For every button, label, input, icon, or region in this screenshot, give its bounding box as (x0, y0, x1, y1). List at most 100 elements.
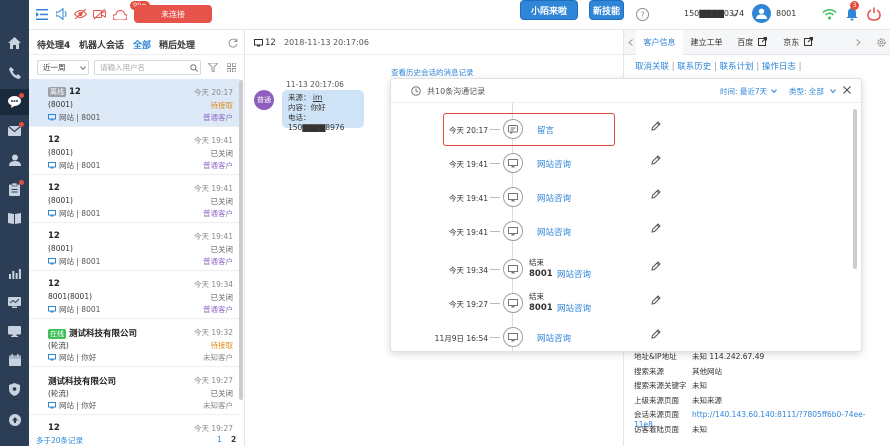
sidebar-security[interactable] (0, 376, 29, 402)
record-label[interactable]: 网站咨询 (557, 268, 591, 280)
record-label[interactable]: 网站咨询 (537, 226, 571, 238)
close-icon[interactable] (843, 86, 851, 94)
record-label[interactable]: 网站咨询 (537, 158, 571, 170)
sidebar-book[interactable] (0, 205, 29, 231)
sidebar-screen[interactable] (0, 318, 29, 344)
tab-customer-info[interactable]: 客户信息 (636, 30, 683, 55)
record-edit[interactable] (651, 261, 661, 273)
contact-plan-link[interactable]: 联系计划 (720, 62, 754, 72)
conversation-time: 今天 19:34 (194, 280, 233, 289)
tab-baidu[interactable]: 百度 (730, 30, 774, 55)
period-select[interactable]: 近一周 (37, 60, 89, 75)
conversation-item[interactable]: 12 8001(8001) 网站 | 8001 今天 19:34 已关闭 普通客户 (29, 271, 239, 319)
power-icon[interactable] (867, 7, 881, 21)
conversation-name: 12 (48, 231, 60, 241)
time-filter[interactable]: 时间: 最近7天 (720, 86, 767, 97)
avatar[interactable] (752, 4, 771, 23)
chat-datetime: 2018-11-13 20:17:06 (284, 38, 369, 47)
sidebar-home[interactable] (0, 30, 29, 56)
conversation-item[interactable]: 在线 测试科技有限公司 (轮流) 网站 | 你好 今天 19:32 待接取 未知客户 (29, 319, 239, 367)
record-item[interactable]: 今天 19:41 网站咨询 (391, 183, 861, 213)
conversation-time: 今天 19:41 (194, 232, 233, 241)
conversation-item[interactable]: 12 (8001) 网站 | 8001 今天 19:41 已关闭 普通客户 (29, 175, 239, 223)
sidebar-mail[interactable] (0, 118, 29, 144)
tab-all[interactable]: 全部 (133, 38, 151, 51)
filter-row: 近一周 请输入用户名 (29, 55, 245, 79)
pencil-icon (651, 155, 661, 165)
tab-later[interactable]: 稍后处理 (159, 38, 195, 51)
record-label[interactable]: 网站咨询 (537, 332, 571, 344)
eye-off-icon[interactable] (74, 8, 87, 20)
tab-robot[interactable]: 机器人会话 (79, 38, 124, 51)
sidebar-orders[interactable] (0, 176, 29, 202)
video-off-icon[interactable] (93, 8, 106, 20)
record-item[interactable]: 今天 19:41 网站咨询 (391, 149, 861, 179)
help-icon[interactable]: ? (636, 8, 649, 21)
connection-status-button[interactable]: 未连接 (134, 5, 212, 23)
grid-view-icon[interactable] (227, 63, 236, 72)
chevron-down-icon[interactable] (771, 89, 777, 93)
record-edit[interactable] (651, 121, 661, 133)
record-edit[interactable] (651, 329, 661, 341)
refresh-icon[interactable] (228, 38, 238, 48)
chevron-down-icon[interactable] (830, 89, 836, 93)
sidebar-help[interactable] (0, 407, 29, 433)
chevron-right-icon[interactable] (856, 39, 861, 46)
tab-pending[interactable]: 待处理4 (37, 38, 70, 51)
filter-clear-icon[interactable] (208, 63, 218, 72)
record-label[interactable]: 网站咨询 (537, 192, 571, 204)
conversation-item[interactable]: 12 (8001) 网站 | 8001 今天 19:41 已关闭 普通客户 (29, 127, 239, 175)
search-input[interactable]: 请输入用户名 (94, 60, 201, 75)
record-edit[interactable] (651, 189, 661, 201)
record-label[interactable]: 网站咨询 (557, 302, 591, 314)
more-records-link[interactable]: 多于20条记录 (36, 435, 83, 446)
record-edit[interactable] (651, 295, 661, 307)
new-skill-bubble[interactable]: 新技能 (589, 0, 624, 20)
conversation-name: 测试科技有限公司 (48, 377, 117, 387)
desktop-icon (8, 325, 21, 337)
conversation-item[interactable]: 离线 12 (8001) 网站 | 8001 今天 20:17 待接取 普通客户 (29, 79, 239, 127)
sidebar-user[interactable] (0, 147, 29, 173)
record-item[interactable]: 11月9日 16:54 网站咨询 (391, 323, 861, 351)
record-end: 结束 8001 (529, 258, 553, 279)
conversation-item[interactable]: 12 (8001) 网站 | 8001 今天 19:41 已关闭 普通客户 (29, 223, 239, 271)
sidebar-phone[interactable] (0, 60, 29, 86)
gear-icon[interactable] (876, 37, 887, 48)
history-link[interactable]: 查看历史会话的消息记录 (391, 67, 474, 78)
contact-history-link[interactable]: 联系历史 (677, 62, 711, 72)
customer-type: 未知客户 (203, 353, 233, 362)
sidebar-chat[interactable] (0, 89, 29, 115)
list-scrollbar[interactable] (239, 80, 243, 400)
collapse-menu-icon[interactable] (36, 9, 48, 20)
conversation-sub: (8001) (48, 244, 73, 253)
tab-jd[interactable]: 京东 (776, 30, 820, 55)
sidebar-calendar[interactable] (0, 347, 29, 373)
sidebar-stats[interactable] (0, 260, 29, 286)
chevron-down-icon[interactable] (731, 12, 738, 17)
xiaomo-bubble[interactable]: 小陌来啦 (520, 0, 578, 20)
record-node (503, 221, 523, 241)
customer-type: 普通客户 (203, 113, 233, 122)
type-filter[interactable]: 类型: 全部 (789, 86, 824, 97)
tab-create-ticket[interactable]: 建立工单 (684, 30, 729, 55)
record-item[interactable]: 今天 19:27 结束 8001 网站咨询 (391, 289, 861, 319)
chevron-left-icon[interactable] (628, 39, 633, 46)
monitor-icon (508, 332, 518, 341)
operation-log-link[interactable]: 操作日志 (762, 62, 796, 72)
page-2[interactable]: 2 (231, 435, 236, 444)
conversation-item[interactable]: 测试科技有限公司 (轮流) 网站 | 你好 今天 19:27 已关闭 未知客户 (29, 367, 239, 415)
record-item[interactable]: 今天 19:41 网站咨询 (391, 217, 861, 247)
popup-scrollbar[interactable] (853, 109, 857, 269)
unlink-link[interactable]: 取消关联 (635, 62, 669, 72)
page-1[interactable]: 1 (217, 435, 222, 444)
speaker-icon[interactable] (56, 8, 68, 20)
sidebar-monitor[interactable] (0, 289, 29, 315)
search-icon[interactable] (190, 64, 198, 72)
conversation-source: 网站 | 8001 (48, 160, 100, 171)
record-item[interactable]: 今天 19:34 结束 8001 网站咨询 (391, 255, 861, 285)
mail-icon (8, 126, 21, 136)
cloud-icon[interactable] (113, 10, 127, 20)
record-edit[interactable] (651, 155, 661, 167)
record-connector (490, 163, 500, 164)
record-edit[interactable] (651, 223, 661, 235)
